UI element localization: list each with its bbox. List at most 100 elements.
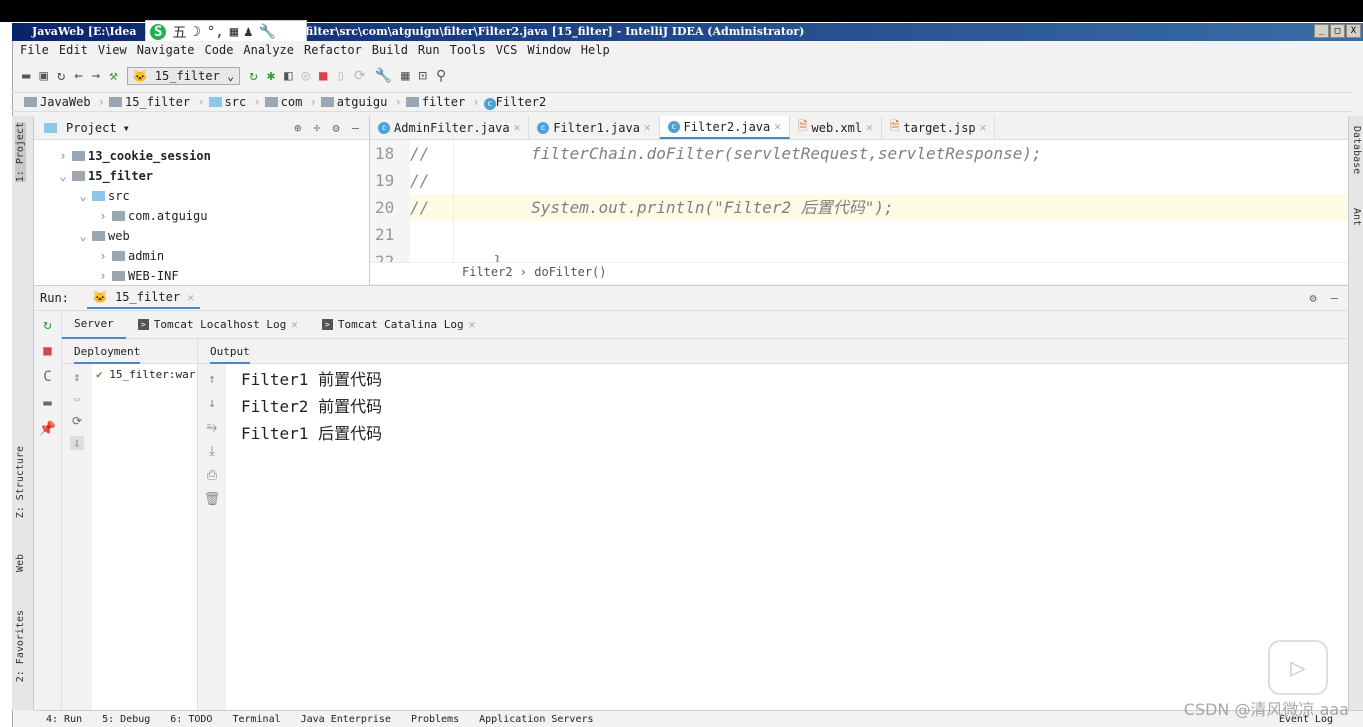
menu-file[interactable]: File — [20, 41, 49, 59]
editor-breadcrumb[interactable]: Filter2 › doFilter() — [370, 262, 1348, 284]
arrow-down-icon[interactable]: ↓ — [208, 396, 216, 411]
search-icon[interactable]: ⚲ — [436, 68, 446, 84]
toolwindow-problems[interactable]: Problems — [411, 714, 459, 725]
close-icon[interactable]: ✕ — [514, 121, 521, 134]
toolwindow-debug[interactable]: 5: Debug — [102, 714, 150, 725]
tab-filter2-java[interactable]: c Filter2.java ✕ — [659, 116, 790, 139]
rerun-icon[interactable]: ↻ — [249, 68, 257, 84]
chevron-down-icon[interactable]: ⌄ — [74, 186, 92, 206]
toolwindow-run[interactable]: 4: Run — [46, 714, 82, 725]
code-editor[interactable]: 18// filterChain.doFilter(servletRequest… — [370, 140, 1348, 262]
debug-icon[interactable]: ✱ — [267, 68, 275, 84]
close-icon[interactable]: ✕ — [469, 318, 476, 331]
sync-icon[interactable]: ↻ — [57, 68, 65, 84]
tab-target-jsp[interactable]: 🗎 target.jsp ✕ — [882, 116, 996, 139]
tab-web-xml[interactable]: 🗎 web.xml ✕ — [790, 116, 882, 139]
save-icon[interactable]: ▣ — [39, 68, 47, 84]
minimize-button[interactable]: _ — [1314, 24, 1329, 38]
project-view-select[interactable]: Project — [66, 121, 117, 135]
menu-help[interactable]: Help — [581, 41, 610, 59]
deployment-item[interactable]: ✔ 15_filter:war exploded — [96, 368, 196, 381]
chevron-right-icon[interactable]: › — [94, 266, 112, 286]
arrow-up-icon[interactable]: ↑ — [208, 372, 216, 387]
tree-item[interactable]: › WEB-INF — [34, 266, 369, 286]
breadcrumb-item[interactable]: atguigu — [320, 95, 402, 109]
close-button[interactable]: X — [1346, 24, 1361, 38]
chevron-right-icon[interactable]: › — [94, 246, 112, 266]
ant-tool-button[interactable]: Ant — [1351, 208, 1362, 226]
video-play-icon[interactable]: ▷ — [1268, 640, 1328, 695]
coverage-icon[interactable]: ◧ — [284, 68, 292, 84]
user-icon[interactable]: ♟ — [244, 24, 252, 40]
web-tool-button[interactable]: Web — [15, 554, 26, 572]
close-icon[interactable]: ✕ — [187, 291, 194, 304]
undeploy-icon[interactable]: ⇔ — [73, 392, 80, 406]
project-structure-icon[interactable]: ▦ — [401, 68, 409, 84]
close-icon[interactable]: ✕ — [291, 318, 298, 331]
server-tab-server[interactable]: Server — [62, 311, 126, 339]
breadcrumb-item[interactable]: c Filter2 — [483, 95, 546, 110]
tree-item[interactable]: ⌄ 15_filter — [34, 166, 369, 186]
menu-vcs[interactable]: VCS — [496, 41, 518, 59]
trash-icon[interactable]: 🗑 — [204, 492, 221, 507]
print-icon[interactable]: ⎙ — [207, 468, 217, 483]
toolwindow-application-servers[interactable]: Application Servers — [479, 714, 593, 725]
punctuation-icon[interactable]: °, — [207, 24, 224, 40]
collapse-icon[interactable]: ÷ — [313, 121, 320, 135]
close-icon[interactable]: ✕ — [980, 121, 987, 134]
scroll-to-end-icon[interactable]: ⤓ — [209, 444, 215, 459]
chevron-right-icon[interactable]: › — [54, 146, 72, 166]
forward-icon[interactable]: → — [92, 68, 100, 84]
deploy-icon[interactable]: ⇕ — [73, 370, 80, 384]
menu-edit[interactable]: Edit — [59, 41, 88, 59]
pin-icon[interactable]: 📌 — [39, 421, 56, 437]
layout-icon[interactable]: ▬ — [43, 395, 51, 411]
open-icon[interactable]: ▬ — [22, 68, 30, 84]
project-tool-button[interactable]: 1: Project — [15, 122, 26, 183]
toolwindow-terminal[interactable]: Terminal — [232, 714, 280, 725]
maximize-button[interactable]: □ — [1330, 24, 1345, 38]
breadcrumb-item[interactable]: com — [264, 95, 317, 109]
close-icon[interactable]: ✕ — [644, 121, 651, 134]
terminal-icon[interactable]: ⊡ — [419, 68, 427, 84]
close-icon[interactable]: ✕ — [774, 120, 781, 133]
menu-build[interactable]: Build — [372, 41, 408, 59]
chevron-down-icon[interactable]: ⌄ — [54, 166, 72, 186]
keyboard-icon[interactable]: ▦ — [230, 24, 238, 40]
chevron-right-icon[interactable]: › — [94, 206, 112, 226]
menu-view[interactable]: View — [98, 41, 127, 59]
chevron-down-icon[interactable]: ⌄ — [74, 226, 92, 246]
menu-analyze[interactable]: Analyze — [243, 41, 294, 59]
server-tab-tomcat-catalina-log[interactable]: > Tomcat Catalina Log ✕ — [310, 311, 487, 339]
database-tool-button[interactable]: Database — [1351, 126, 1362, 174]
menu-navigate[interactable]: Navigate — [137, 41, 195, 59]
breadcrumb-item[interactable]: 15_filter — [109, 95, 204, 109]
tree-item[interactable]: › 13_cookie_session — [34, 146, 369, 166]
run-tab[interactable]: 🐱 15_filter ✕ — [86, 287, 200, 309]
run-config-select[interactable]: 🐱 15_filter ⌄ — [126, 67, 241, 85]
toolwindow-todo[interactable]: 6: TODO — [170, 714, 212, 725]
tree-item[interactable]: › admin — [34, 246, 369, 266]
menu-window[interactable]: Window — [527, 41, 570, 59]
menu-refactor[interactable]: Refactor — [304, 41, 362, 59]
soft-wrap-icon[interactable]: ⥱ — [207, 420, 217, 435]
locate-icon[interactable]: ⊕ — [294, 121, 301, 135]
deploy-all-icon[interactable]: ⇩ — [70, 436, 84, 450]
breadcrumb-item[interactable]: JavaWeb — [24, 95, 105, 109]
breadcrumb-item[interactable]: src — [208, 95, 261, 109]
rerun-icon[interactable]: ↻ — [43, 317, 51, 333]
hide-icon[interactable]: — — [352, 121, 359, 135]
tab-filter1-java[interactable]: c Filter1.java ✕ — [529, 116, 660, 139]
tree-item[interactable]: ⌄ web — [34, 226, 369, 246]
menu-code[interactable]: Code — [205, 41, 234, 59]
settings-wrench-icon[interactable]: 🔧 — [375, 68, 392, 84]
hide-icon[interactable]: — — [1331, 291, 1338, 305]
menu-run[interactable]: Run — [418, 41, 440, 59]
toolwindow-java-enterprise[interactable]: Java Enterprise — [301, 714, 391, 725]
refresh-icon[interactable]: C — [43, 369, 51, 385]
moon-icon[interactable]: ☽ — [192, 24, 200, 40]
update-icon[interactable]: ⟳ — [354, 68, 366, 84]
tab-adminfilter-java[interactable]: c AdminFilter.java ✕ — [370, 116, 530, 139]
gear-icon[interactable]: ⚙ — [1310, 291, 1317, 305]
ime-mode-icon[interactable]: 五 — [172, 22, 186, 42]
